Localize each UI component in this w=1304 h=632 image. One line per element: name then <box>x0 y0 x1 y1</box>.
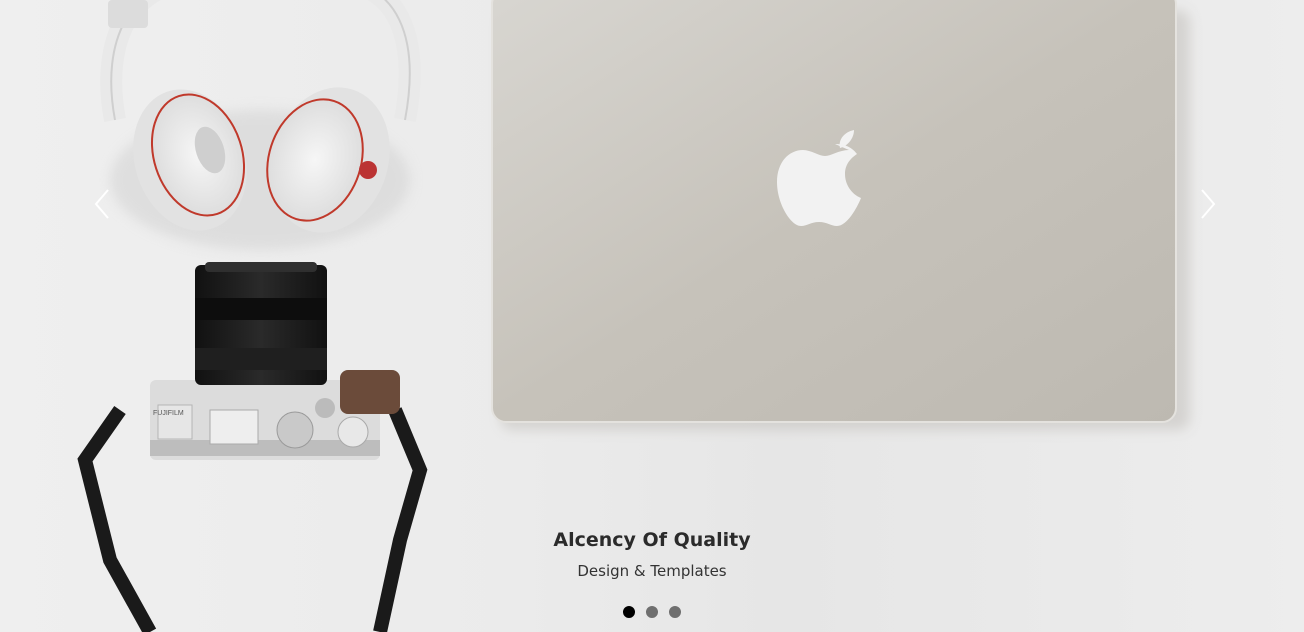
chevron-right-icon <box>1201 189 1216 219</box>
indicator-dot-1[interactable] <box>622 605 636 619</box>
indicator-dot-2[interactable] <box>645 605 659 619</box>
carousel-indicators <box>0 605 1304 619</box>
carousel-prev-button[interactable] <box>90 186 114 222</box>
camera-brand-text: FUJIFILM <box>153 410 184 417</box>
carousel-next-button[interactable] <box>1196 186 1220 222</box>
slide-caption: Alcency Of Quality Design & Templates <box>0 526 1304 582</box>
hero-carousel: FUJIFILM Alcency Of Quality Design & Tem… <box>0 0 1304 632</box>
indicator-dot-3[interactable] <box>668 605 682 619</box>
chevron-left-icon <box>94 189 109 219</box>
slide-title: Alcency Of Quality <box>553 529 751 551</box>
slide-subtitle: Design & Templates <box>577 562 727 580</box>
